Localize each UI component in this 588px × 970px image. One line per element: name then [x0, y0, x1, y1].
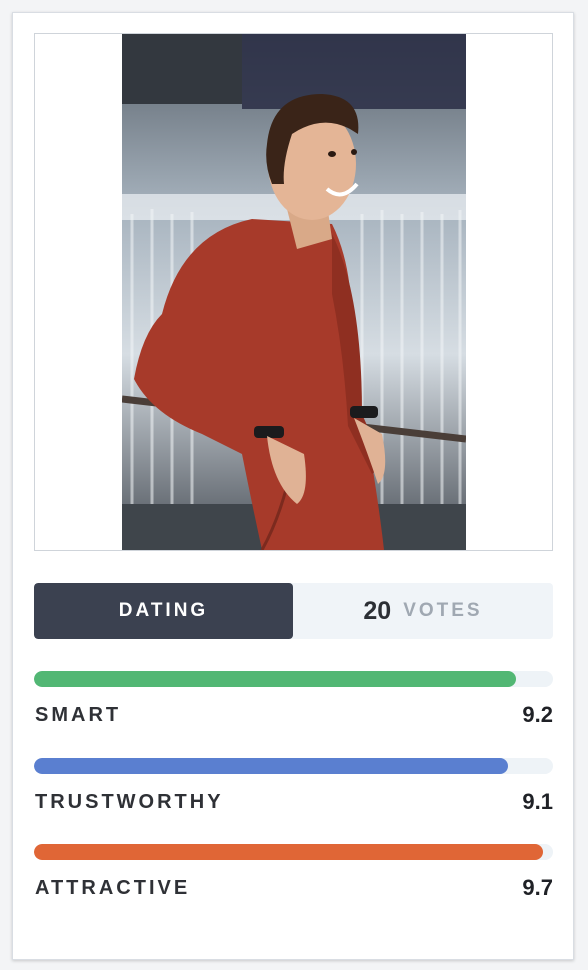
metric-track: [34, 758, 553, 774]
metric-score: 9.1: [522, 789, 553, 814]
tab-dating[interactable]: DATING: [34, 583, 293, 639]
rating-card: DATING 20 VOTES SMART 9.2 TRUSTWORTHY 9.…: [12, 12, 574, 960]
metric-label: TRUSTWORTHY: [35, 791, 224, 813]
profile-photo[interactable]: [122, 34, 466, 550]
metric-trustworthy: TRUSTWORTHY 9.1: [34, 758, 553, 818]
photo-illustration: [122, 34, 466, 550]
metric-track: [34, 671, 553, 687]
metric-fill-attractive: [34, 844, 544, 860]
votes-summary: 20 VOTES: [293, 583, 553, 639]
metric-score: 9.7: [522, 875, 553, 900]
metric-label: ATTRACTIVE: [35, 877, 191, 899]
metric-attractive: ATTRACTIVE 9.7: [34, 844, 553, 904]
metric-track: [34, 844, 553, 860]
metric-smart: SMART 9.2: [34, 671, 553, 731]
category-tabbar: DATING 20 VOTES: [34, 583, 553, 639]
metric-fill-smart: [34, 671, 516, 687]
photo-frame: [34, 33, 553, 551]
metric-label: SMART: [35, 704, 122, 726]
votes-count: 20: [363, 596, 392, 625]
metric-fill-trustworthy: [34, 758, 509, 774]
metric-score: 9.2: [522, 702, 553, 727]
votes-label: VOTES: [403, 600, 483, 621]
